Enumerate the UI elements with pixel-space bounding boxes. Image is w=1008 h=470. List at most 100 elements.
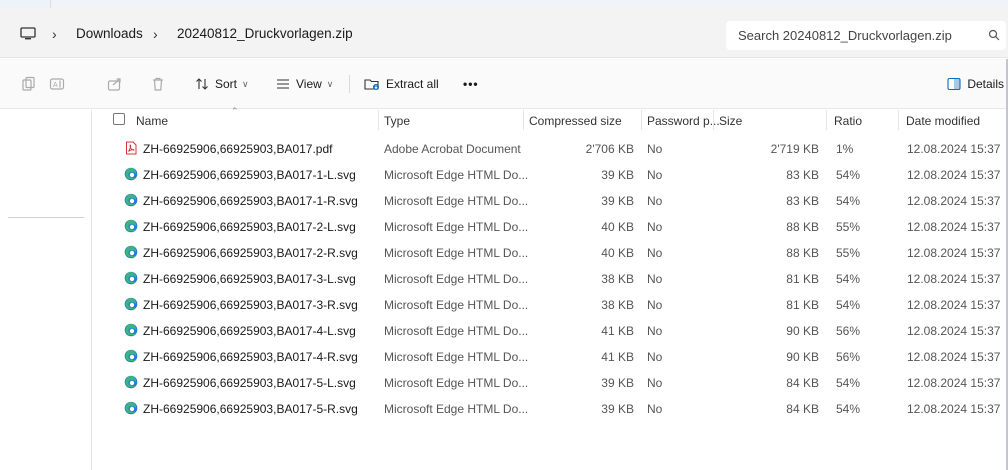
navigation-pane[interactable] bbox=[0, 110, 92, 470]
file-date-modified: 12.08.2024 15:37 bbox=[907, 142, 1001, 156]
column-separator[interactable] bbox=[826, 110, 827, 130]
file-type: Microsoft Edge HTML Do... bbox=[384, 246, 529, 260]
file-date-modified: 12.08.2024 15:37 bbox=[907, 324, 1001, 338]
chevron-right-icon[interactable]: › bbox=[52, 26, 57, 42]
column-header-row: ⌃ Name Type Compressed size Password p..… bbox=[96, 106, 1008, 130]
file-name: ZH-66925906,66925903,BA017-2-R.svg bbox=[143, 246, 358, 260]
file-row[interactable]: ZH-66925906,66925903,BA017-3-R.svg Micro… bbox=[96, 292, 1008, 318]
sort-icon bbox=[196, 78, 208, 90]
column-compressed-size[interactable]: Compressed size bbox=[529, 114, 622, 128]
copy-icon[interactable] bbox=[20, 76, 36, 92]
file-type: Microsoft Edge HTML Do... bbox=[384, 194, 529, 208]
file-password: No bbox=[647, 168, 663, 182]
file-ratio: 54% bbox=[836, 376, 861, 390]
column-separator[interactable] bbox=[641, 110, 642, 130]
file-date-modified: 12.08.2024 15:37 bbox=[907, 272, 1001, 286]
file-compressed-size: 38 KB bbox=[601, 298, 634, 312]
file-compressed-size: 39 KB bbox=[601, 376, 634, 390]
file-name: ZH-66925906,66925903,BA017-5-L.svg bbox=[143, 376, 356, 390]
file-ratio: 56% bbox=[836, 350, 861, 364]
file-ratio: 55% bbox=[836, 220, 861, 234]
file-type: Microsoft Edge HTML Do... bbox=[384, 272, 529, 286]
more-options-button[interactable]: ••• bbox=[463, 71, 479, 97]
edge-icon bbox=[124, 219, 138, 233]
column-password[interactable]: Password p... bbox=[647, 114, 720, 128]
column-name[interactable]: Name bbox=[136, 114, 168, 128]
rename-icon[interactable]: A bbox=[49, 76, 65, 92]
file-size: 84 KB bbox=[786, 376, 819, 390]
file-ratio: 54% bbox=[836, 402, 861, 416]
file-size: 90 KB bbox=[786, 324, 819, 338]
address-bar: › Downloads › 20240812_Druckvorlagen.zip… bbox=[0, 8, 1008, 58]
sort-button[interactable]: Sort ∨ bbox=[195, 71, 249, 97]
search-input[interactable]: Search 20240812_Druckvorlagen.zip bbox=[726, 21, 1006, 50]
file-password: No bbox=[647, 220, 663, 234]
edge-icon bbox=[124, 375, 138, 389]
file-name: ZH-66925906,66925903,BA017-4-L.svg bbox=[143, 324, 356, 338]
sort-up-icon: ⌃ bbox=[231, 106, 239, 116]
file-row[interactable]: ZH-66925906,66925903,BA017-2-R.svg Micro… bbox=[96, 240, 1008, 266]
delete-icon[interactable] bbox=[150, 76, 166, 92]
file-ratio: 56% bbox=[836, 324, 861, 338]
file-password: No bbox=[647, 272, 663, 286]
details-button[interactable]: Details bbox=[947, 71, 1004, 97]
file-name: ZH-66925906,66925903,BA017-1-R.svg bbox=[143, 194, 358, 208]
file-compressed-size: 39 KB bbox=[601, 194, 634, 208]
file-date-modified: 12.08.2024 15:37 bbox=[907, 168, 1001, 182]
column-date-modified[interactable]: Date modified bbox=[906, 114, 980, 128]
column-separator[interactable] bbox=[523, 110, 524, 130]
file-date-modified: 12.08.2024 15:37 bbox=[907, 402, 1001, 416]
chevron-right-icon[interactable]: › bbox=[153, 26, 158, 42]
file-row[interactable]: ZH-66925906,66925903,BA017-1-R.svg Micro… bbox=[96, 188, 1008, 214]
file-compressed-size: 41 KB bbox=[601, 324, 634, 338]
file-compressed-size: 38 KB bbox=[601, 272, 634, 286]
file-ratio: 54% bbox=[836, 272, 861, 286]
window-top-strip bbox=[0, 0, 1008, 8]
file-row[interactable]: ZH-66925906,66925903,BA017-1-L.svg Micro… bbox=[96, 162, 1008, 188]
column-separator[interactable] bbox=[713, 110, 714, 130]
file-name: ZH-66925906,66925903,BA017.pdf bbox=[143, 142, 333, 156]
column-ratio[interactable]: Ratio bbox=[834, 114, 862, 128]
nav-divider bbox=[8, 217, 84, 218]
column-size[interactable]: Size bbox=[719, 114, 742, 128]
file-compressed-size: 39 KB bbox=[601, 168, 634, 182]
file-type: Microsoft Edge HTML Do... bbox=[384, 402, 529, 416]
extract-all-label: Extract all bbox=[386, 77, 439, 91]
file-row[interactable]: ZH-66925906,66925903,BA017-3-L.svg Micro… bbox=[96, 266, 1008, 292]
file-row[interactable]: ZH-66925906,66925903,BA017-5-L.svg Micro… bbox=[96, 370, 1008, 396]
file-compressed-size: 2'706 KB bbox=[585, 142, 634, 156]
file-size: 81 KB bbox=[786, 272, 819, 286]
breadcrumb-downloads[interactable]: Downloads bbox=[76, 26, 143, 41]
file-row[interactable]: ZH-66925906,66925903,BA017-5-R.svg Micro… bbox=[96, 396, 1008, 422]
edge-icon bbox=[124, 323, 138, 337]
view-label: View bbox=[296, 77, 322, 91]
column-type[interactable]: Type bbox=[384, 114, 410, 128]
column-separator[interactable] bbox=[378, 110, 379, 130]
file-size: 83 KB bbox=[786, 194, 819, 208]
file-password: No bbox=[647, 350, 663, 364]
sort-label: Sort bbox=[215, 77, 238, 91]
file-size: 88 KB bbox=[786, 220, 819, 234]
file-size: 90 KB bbox=[786, 350, 819, 364]
pdf-icon bbox=[124, 141, 138, 155]
details-label: Details bbox=[967, 77, 1004, 91]
file-date-modified: 12.08.2024 15:37 bbox=[907, 246, 1001, 260]
file-type: Microsoft Edge HTML Do... bbox=[384, 298, 529, 312]
details-pane-icon bbox=[947, 77, 961, 91]
file-row[interactable]: ZH-66925906,66925903,BA017.pdf Adobe Acr… bbox=[96, 136, 1008, 162]
share-icon[interactable] bbox=[107, 76, 123, 92]
file-row[interactable]: ZH-66925906,66925903,BA017-2-L.svg Micro… bbox=[96, 214, 1008, 240]
file-name: ZH-66925906,66925903,BA017-3-R.svg bbox=[143, 298, 358, 312]
breadcrumb-zip[interactable]: 20240812_Druckvorlagen.zip bbox=[177, 26, 353, 41]
edge-icon bbox=[124, 297, 138, 311]
file-row[interactable]: ZH-66925906,66925903,BA017-4-L.svg Micro… bbox=[96, 318, 1008, 344]
extract-all-button[interactable]: Extract all bbox=[364, 71, 439, 97]
extract-folder-icon bbox=[364, 79, 379, 90]
this-pc-icon[interactable] bbox=[20, 27, 36, 41]
select-all-checkbox[interactable] bbox=[113, 113, 125, 125]
view-button[interactable]: View ∨ bbox=[276, 71, 333, 97]
column-separator[interactable] bbox=[898, 110, 899, 130]
file-row[interactable]: ZH-66925906,66925903,BA017-4-R.svg Micro… bbox=[96, 344, 1008, 370]
file-ratio: 54% bbox=[836, 194, 861, 208]
search-placeholder: Search 20240812_Druckvorlagen.zip bbox=[738, 28, 952, 43]
